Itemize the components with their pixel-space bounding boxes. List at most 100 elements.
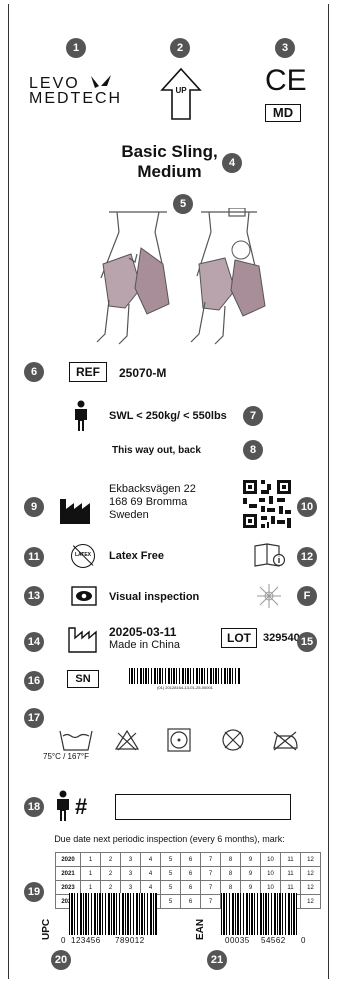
inspection-month-cell[interactable]: 12 [300, 880, 321, 895]
inspection-month-cell[interactable]: 10 [260, 866, 281, 881]
swl-text: SWL < 250kg/ < 550lbs [109, 410, 227, 422]
upc-barcode [69, 893, 157, 935]
lot-value: 329540 [263, 632, 300, 644]
badge-6: 6 [24, 362, 44, 382]
inspection-month-cell[interactable]: 6 [180, 880, 201, 895]
made-in-text: Made in China [109, 639, 180, 651]
inspection-month-cell[interactable]: 3 [120, 852, 141, 867]
ean-digit-right: 0 [301, 936, 306, 945]
inspection-month-cell[interactable]: 2 [100, 866, 121, 881]
ean-digits-b: 54562 [261, 936, 286, 945]
badge-13: 13 [24, 586, 44, 606]
ce-mark: CE [265, 64, 307, 97]
address-country: Sweden [109, 509, 149, 521]
inspection-month-cell[interactable]: 3 [120, 866, 141, 881]
visual-inspection-text: Visual inspection [109, 591, 200, 603]
address-street: Ekbacksvägen 22 [109, 483, 196, 495]
inspection-year-cell: 2020 [55, 852, 81, 867]
inspection-month-cell[interactable]: 7 [200, 852, 221, 867]
badge-3: 3 [275, 38, 295, 58]
no-latex-icon: LATEX [71, 544, 95, 568]
badge-16: 16 [24, 671, 44, 691]
visual-inspection-eye-icon [71, 586, 97, 606]
brand-line1: LEVO [29, 75, 80, 92]
ean-digits-a: 00035 [225, 936, 250, 945]
factory-icon [60, 499, 90, 524]
inspection-month-cell[interactable]: 5 [160, 880, 181, 895]
manufacture-date: 20205-03-11 [109, 625, 177, 639]
inspection-month-cell[interactable]: 9 [240, 852, 261, 867]
badge-8: 8 [243, 440, 263, 460]
badge-f: F [297, 586, 317, 606]
inspection-month-cell[interactable]: 5 [160, 866, 181, 881]
no-bleach-icon [114, 729, 140, 751]
product-name: Basic Sling, Medium [9, 142, 328, 182]
inspection-month-cell[interactable]: 7 [200, 866, 221, 881]
up-label: UP [175, 86, 187, 95]
sling-illustration-patient [190, 208, 266, 345]
badge-9: 9 [24, 497, 44, 517]
wash-tub-icon [59, 730, 93, 751]
badge-4: 4 [222, 153, 242, 173]
inspection-month-cell[interactable]: 11 [280, 866, 301, 881]
product-name-line1: Basic Sling, [121, 142, 218, 161]
upc-digits-a: 123456 [71, 936, 101, 945]
sling-illustration-empty [96, 211, 170, 345]
brand-line2: MEDTECH [29, 90, 123, 107]
latex-free-text: Latex Free [109, 550, 165, 562]
badge-20: 20 [51, 950, 71, 970]
exit-text: This way out, back [112, 445, 201, 456]
ean-label: EAN [195, 918, 206, 940]
inspection-month-cell[interactable]: 7 [200, 894, 221, 909]
address-city: 168 69 Bromma [109, 496, 188, 508]
md-mark: MD [265, 104, 301, 122]
inspection-month-cell[interactable]: 4 [140, 866, 161, 881]
inspection-month-cell[interactable]: 5 [160, 852, 181, 867]
badge-11: 11 [24, 547, 44, 567]
upc-digit-left: 0 [61, 936, 66, 945]
no-dry-clean-icon [222, 729, 244, 751]
inspection-month-cell[interactable]: 12 [300, 852, 321, 867]
inspection-month-cell[interactable]: 1 [80, 852, 101, 867]
inspection-month-cell[interactable]: 8 [220, 866, 241, 881]
inspection-month-cell[interactable]: 2 [100, 852, 121, 867]
inspection-row-2021: 2021 1 2 3 4 5 6 7 8 9 10 11 12 [55, 866, 321, 881]
inspection-row-2020: 2020 1 2 3 4 5 6 7 8 9 10 11 12 [55, 852, 321, 867]
inspection-month-cell[interactable]: 6 [180, 866, 201, 881]
inspection-month-cell[interactable]: 12 [300, 866, 321, 881]
inspection-month-cell[interactable]: 6 [180, 894, 201, 909]
inspection-month-cell[interactable]: 1 [80, 866, 101, 881]
badge-21: 21 [207, 950, 227, 970]
badge-1: 1 [66, 38, 86, 58]
badge-12: 12 [297, 547, 317, 567]
manufacture-date-icon [68, 627, 97, 653]
inspection-month-cell[interactable]: 12 [300, 894, 321, 909]
manufacturer-address: Ekbacksvägen 22 168 69 Bromma Sweden [109, 483, 196, 522]
badge-2: 2 [170, 38, 190, 58]
qr-code-icon [241, 478, 293, 530]
person-icon [75, 400, 87, 431]
no-latex-icon-text: LATEX [74, 552, 92, 558]
label-sheet: 1 2 3 LEVO MEDTECH UP CE MD Basic Sling,… [8, 4, 329, 979]
inspection-month-cell[interactable]: 7 [200, 880, 221, 895]
inspection-month-cell[interactable]: 11 [280, 852, 301, 867]
inspection-month-cell[interactable]: 5 [160, 894, 181, 909]
inspection-note: Due date next periodic inspection (every… [54, 834, 285, 844]
badge-7: 7 [243, 406, 263, 426]
inspection-month-cell[interactable]: 10 [260, 852, 281, 867]
brand-logo: LEVO MEDTECH [29, 75, 139, 107]
product-name-line2: Medium [137, 162, 202, 181]
inspection-month-cell[interactable]: 8 [220, 852, 241, 867]
ean-barcode [221, 893, 297, 935]
lot-label: LOT [221, 628, 257, 648]
badge-14: 14 [24, 632, 44, 652]
ref-value: 25070-M [119, 366, 167, 380]
no-iron-icon [273, 731, 298, 751]
inspection-month-cell[interactable]: 6 [180, 852, 201, 867]
inspection-month-cell[interactable]: 4 [140, 852, 161, 867]
inspection-month-cell[interactable]: 9 [240, 866, 261, 881]
butterfly-icon [91, 75, 111, 88]
badge-18: 18 [24, 797, 44, 817]
badge-19: 19 [24, 882, 44, 902]
patient-id-field[interactable] [115, 794, 291, 820]
